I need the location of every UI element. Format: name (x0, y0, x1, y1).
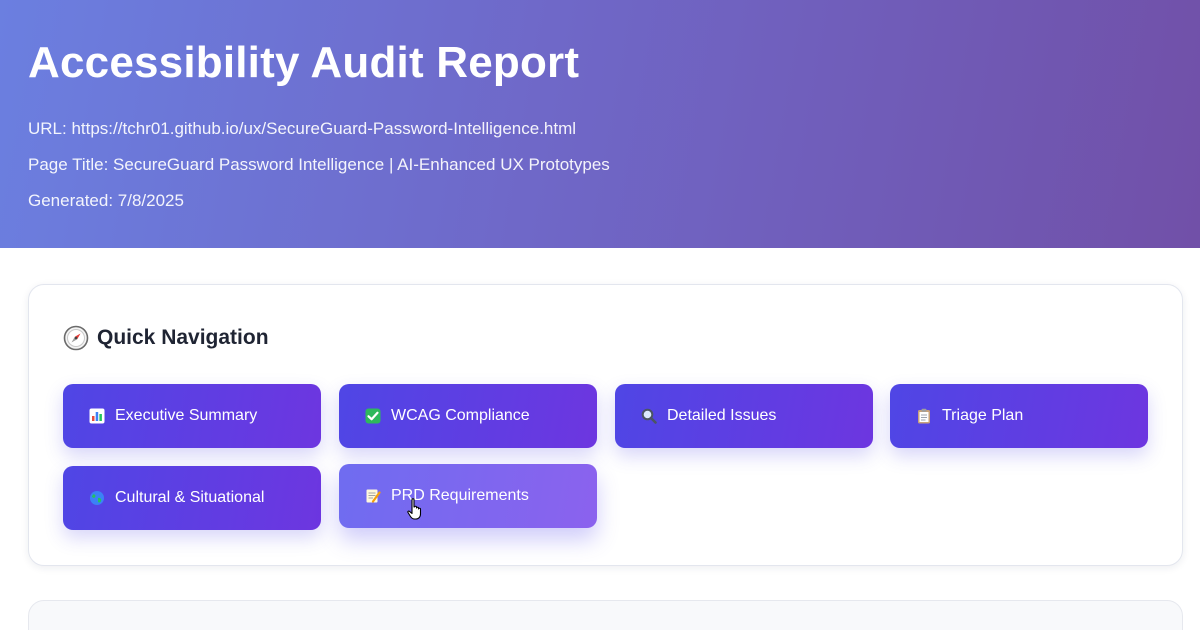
compass-icon (63, 325, 89, 351)
audit-report-page: Accessibility Audit Report URL: https://… (0, 0, 1200, 630)
check-mark-icon (365, 408, 381, 424)
nav-button-label: Executive Summary (115, 407, 258, 424)
nav-button-cultural-situational[interactable]: Cultural & Situational (63, 466, 321, 530)
nav-button-label: Triage Plan (942, 407, 1024, 424)
next-section-card (28, 600, 1183, 630)
magnifier-icon (641, 408, 657, 424)
nav-button-label: WCAG Compliance (391, 407, 530, 424)
quick-navigation-heading: Quick Navigation (63, 325, 269, 351)
nav-button-wcag-compliance[interactable]: WCAG Compliance (339, 384, 597, 448)
globe-icon (89, 490, 105, 506)
nav-button-executive-summary[interactable]: Executive Summary (63, 384, 321, 448)
generated-date-line: Generated: 7/8/2025 (28, 191, 184, 210)
bar-chart-icon (89, 408, 105, 424)
page-title: Accessibility Audit Report (28, 38, 580, 87)
clipboard-icon (916, 408, 932, 424)
report-header: Accessibility Audit Report URL: https://… (0, 0, 1200, 248)
nav-button-triage-plan[interactable]: Triage Plan (890, 384, 1148, 448)
url-line: URL: https://tchr01.github.io/ux/SecureG… (28, 119, 577, 138)
hand-pointer-cursor-icon (407, 498, 423, 520)
nav-button-label: Detailed Issues (667, 407, 777, 424)
nav-button-prd-requirements[interactable]: PRD Requirements (339, 464, 597, 528)
page-title-line: Page Title: SecureGuard Password Intelli… (28, 155, 610, 174)
memo-icon (365, 488, 381, 504)
quick-navigation-title: Quick Navigation (97, 326, 269, 349)
nav-button-label: Cultural & Situational (115, 489, 265, 506)
nav-button-detailed-issues[interactable]: Detailed Issues (615, 384, 873, 448)
